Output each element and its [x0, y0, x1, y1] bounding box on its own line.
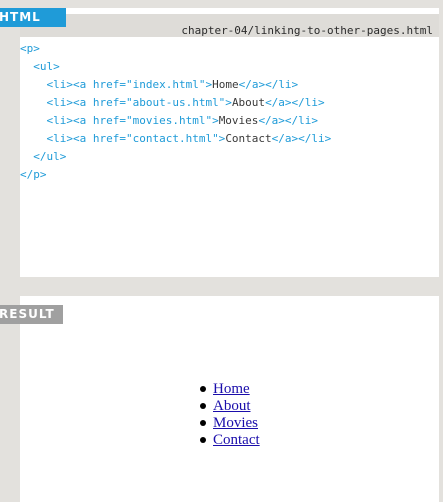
- code-line: <li><a href="about-us.html">About</a></l…: [20, 94, 331, 112]
- code-markup: <p>: [20, 42, 40, 55]
- code-markup: </p>: [20, 168, 47, 181]
- nav-link-contact[interactable]: Contact: [213, 432, 260, 448]
- list-item: Home: [200, 381, 260, 398]
- code-line: <li><a href="movies.html">Movies</a></li…: [20, 112, 331, 130]
- file-path: chapter-04/linking-to-other-pages.html: [181, 24, 433, 37]
- list-item: Movies: [200, 415, 260, 432]
- code-markup: <li><a href="about-us.html">: [46, 96, 232, 109]
- code-block: <p> <ul> <li><a href="index.html">Home</…: [20, 40, 331, 184]
- code-line: <li><a href="contact.html">Contact</a></…: [20, 130, 332, 148]
- code-markup: <li><a href="index.html">: [46, 78, 213, 91]
- code-text: Contact: [225, 132, 272, 145]
- code-text: Movies: [218, 114, 259, 127]
- code-line: <p>: [20, 40, 331, 58]
- result-link-list: Home About Movies Contact: [198, 381, 260, 449]
- code-markup: </ul>: [33, 150, 67, 163]
- nav-link-about[interactable]: About: [213, 398, 251, 414]
- nav-link-movies[interactable]: Movies: [213, 415, 258, 431]
- nav-link-home[interactable]: Home: [213, 381, 250, 397]
- code-line: <ul>: [20, 58, 331, 76]
- code-text: Home: [212, 78, 239, 91]
- code-markup: <ul>: [33, 60, 60, 73]
- code-line: </ul>: [20, 148, 331, 166]
- list-item: About: [200, 398, 260, 415]
- code-markup: <li><a href="movies.html">: [46, 114, 219, 127]
- code-markup: </a></li>: [271, 132, 332, 145]
- list-item: Contact: [200, 432, 260, 449]
- code-markup: </a></li>: [258, 114, 319, 127]
- html-tag: HTML: [0, 8, 66, 27]
- code-line: <li><a href="index.html">Home</a></li>: [20, 76, 331, 94]
- code-markup: </a></li>: [238, 78, 299, 91]
- code-header-bar: chapter-04/linking-to-other-pages.html: [20, 14, 439, 37]
- result-tag: RESULT: [0, 305, 63, 324]
- code-line: </p>: [20, 166, 331, 184]
- code-markup: </a></li>: [265, 96, 325, 109]
- code-text: About: [231, 96, 266, 109]
- code-markup: <li><a href="contact.html">: [46, 132, 226, 145]
